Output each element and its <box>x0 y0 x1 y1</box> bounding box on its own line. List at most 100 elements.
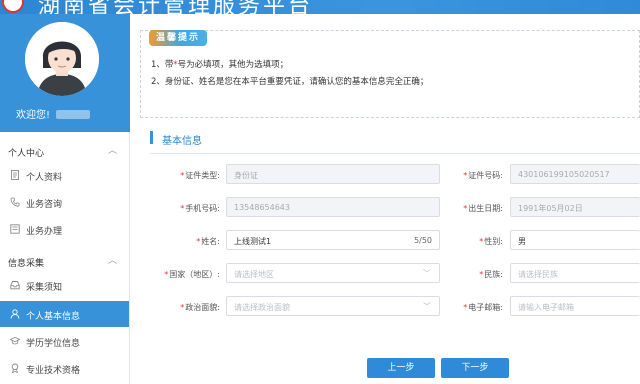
notice-line-1: 1、带*号为必填项，其他为选填项； <box>151 58 288 70</box>
previous-step-button[interactable]: 上一步 <box>367 358 435 378</box>
notice-line-2: 2、身份证、姓名是您在本平台重要凭证，请确认您的基本信息完全正确； <box>151 77 429 87</box>
sidebar-item-label: 个人基本信息 <box>26 312 81 322</box>
sidebar-item-personal-profile[interactable]: 个人资料 <box>0 162 129 188</box>
required-star: * <box>463 303 468 312</box>
sidebar-item-label: 采集须知 <box>26 283 63 293</box>
gender-label: *性别: <box>479 236 503 247</box>
phone-label-text: 手机号码: <box>185 204 220 213</box>
sidebar-item-label: 业务咨询 <box>26 200 63 210</box>
sidebar-item-label: 学历学位信息 <box>26 339 81 349</box>
required-star: * <box>180 204 185 213</box>
id-type-field[interactable]: 身份证 <box>226 164 440 184</box>
required-star: * <box>463 171 468 180</box>
required-star: * <box>479 270 484 279</box>
form-icon <box>10 224 20 234</box>
sidebar-group-label: 信息采集 <box>8 259 45 269</box>
required-star: * <box>479 237 484 246</box>
id-number-label-text: 证件号码: <box>468 171 503 180</box>
app-title: 湖南省会计管理服务平台 <box>38 0 314 14</box>
political-status-label-text: 政治面貌: <box>185 303 220 312</box>
chevron-up-icon: ︿ <box>108 256 118 266</box>
award-icon <box>11 363 19 373</box>
political-status-label: *政治面貌: <box>180 302 220 313</box>
country-select[interactable]: 请选择地区 ﹀ <box>226 263 440 283</box>
sidebar: 欢迎您! 个人中心 ︿ 个人资料 业务咨询 业务办理 信息采集 ︿ 采集须知 个… <box>0 14 130 384</box>
welcome-text: 欢迎您! <box>16 106 91 121</box>
email-input[interactable]: 请输入电子邮箱 <box>510 296 640 316</box>
inbox-icon <box>10 281 20 290</box>
section-divider <box>150 153 640 154</box>
country-label: *国家（地区）: <box>164 269 220 280</box>
political-status-placeholder: 请选择政治面貌 <box>234 303 290 312</box>
chevron-down-icon: ﹀ <box>423 302 431 311</box>
sidebar-item-education-degree[interactable]: 学历学位信息 <box>0 328 129 354</box>
email-label-text: 电子邮箱: <box>468 303 503 312</box>
gender-label-text: 性别: <box>484 237 503 246</box>
gender-select[interactable]: 男 <box>510 230 640 250</box>
id-type-value: 身份证 <box>234 171 258 180</box>
phone-icon <box>10 197 20 207</box>
sidebar-group-personal-center[interactable]: 个人中心 ︿ <box>0 140 130 162</box>
profile-panel: 欢迎您! <box>0 14 130 132</box>
sidebar-item-personal-basic-info[interactable]: 个人基本信息 <box>0 301 129 327</box>
gender-value: 男 <box>518 237 526 246</box>
sidebar-item-label: 专业技术资格 <box>26 366 81 376</box>
birth-date-field[interactable]: 1991年05月02日 <box>510 197 640 217</box>
avatar <box>25 22 99 96</box>
required-star: * <box>463 204 468 213</box>
required-star: * <box>180 303 185 312</box>
birth-date-label-text: 出生日期: <box>468 204 503 213</box>
email-label: *电子邮箱: <box>463 302 503 313</box>
notice-line-1-suffix: 号为必填项，其他为选填项； <box>177 60 289 70</box>
sidebar-item-label: 业务办理 <box>26 227 63 237</box>
name-char-counter: 5/50 <box>414 236 432 245</box>
id-type-label-text: 证件类型: <box>185 171 220 180</box>
section-title: 基本信息 <box>162 136 202 147</box>
document-icon <box>11 170 19 180</box>
sidebar-item-professional-qualification[interactable]: 专业技术资格 <box>0 355 129 381</box>
name-value: 上线测试1 <box>234 237 272 246</box>
phone-value: 13548654643 <box>234 203 290 212</box>
name-input[interactable]: 上线测试1 5/50 <box>226 230 440 250</box>
name-label: *姓名: <box>196 236 220 247</box>
required-star: * <box>180 171 185 180</box>
app-logo <box>2 0 24 13</box>
user-avatar-icon <box>25 22 99 96</box>
sidebar-group-info-collection[interactable]: 信息采集 ︿ <box>0 250 130 272</box>
welcome-label: 欢迎您! <box>16 110 51 121</box>
sidebar-item-business-handle[interactable]: 业务办理 <box>0 216 129 242</box>
ethnicity-label-text: 民族: <box>484 270 503 279</box>
notice-line-1-prefix: 1、带 <box>151 60 174 70</box>
name-label-text: 姓名: <box>201 237 220 246</box>
graduation-cap-icon <box>10 336 20 345</box>
notice-box: 温馨提示 1、带*号为必填项，其他为选填项； 2、身份证、姓名是您在本平台重要凭… <box>140 30 640 118</box>
sidebar-item-business-consult[interactable]: 业务咨询 <box>0 189 129 215</box>
section-accent-bar <box>150 131 153 144</box>
sidebar-item-label: 个人资料 <box>26 173 63 183</box>
ethnicity-select[interactable]: 请选择民族 <box>510 263 640 283</box>
ethnicity-label: *民族: <box>479 269 503 280</box>
birth-date-value: 1991年05月02日 <box>518 204 583 213</box>
country-label-text: 国家（地区）: <box>169 270 220 279</box>
id-type-label: *证件类型: <box>180 170 220 181</box>
email-placeholder: 请输入电子邮箱 <box>518 303 574 312</box>
chevron-down-icon: ﹀ <box>423 269 431 278</box>
sidebar-group-label: 个人中心 <box>8 149 45 159</box>
birth-date-label: *出生日期: <box>463 203 503 214</box>
id-number-value: 430106199105020517 <box>518 170 610 179</box>
required-star: * <box>164 270 169 279</box>
id-number-label: *证件号码: <box>463 170 503 181</box>
phone-field[interactable]: 13548654643 <box>226 197 440 217</box>
username-redacted <box>56 110 91 119</box>
next-step-button[interactable]: 下一步 <box>441 358 509 378</box>
political-status-select[interactable]: 请选择政治面貌 ﹀ <box>226 296 440 316</box>
sidebar-item-collection-notes[interactable]: 采集须知 <box>0 272 129 298</box>
chevron-up-icon: ︿ <box>108 146 118 156</box>
required-star: * <box>196 237 201 246</box>
phone-label: *手机号码: <box>180 203 220 214</box>
notice-badge: 温馨提示 <box>149 30 207 46</box>
ethnicity-placeholder: 请选择民族 <box>518 270 558 279</box>
id-number-field[interactable]: 430106199105020517 <box>510 164 640 184</box>
app-header: 湖南省会计管理服务平台 <box>0 0 640 14</box>
country-placeholder: 请选择地区 <box>234 270 274 279</box>
